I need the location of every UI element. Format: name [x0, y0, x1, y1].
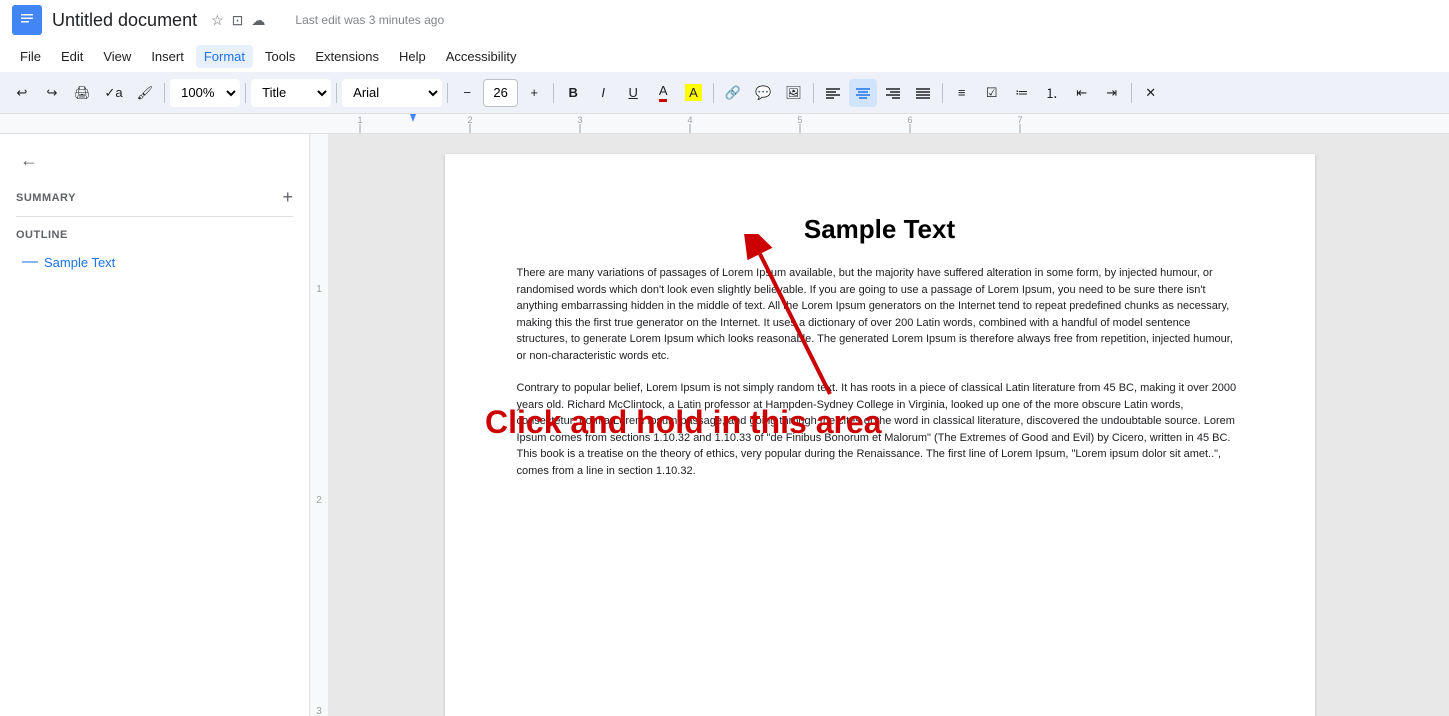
font-color-button[interactable]: A: [649, 79, 677, 107]
ruler-sidebar-space: [0, 114, 310, 133]
font-size-input[interactable]: [483, 79, 518, 107]
title-icons: ☆ ⊡ ☁: [211, 12, 265, 29]
sidebar-divider: [16, 216, 293, 217]
separator-6: [713, 83, 714, 103]
document-page: Sample Text There are many variations of…: [445, 154, 1315, 716]
svg-text:6: 6: [907, 115, 912, 125]
page-num-2: 2: [316, 495, 322, 506]
separator-2: [245, 83, 246, 103]
page-num-bar: 1 2 3 4: [310, 134, 328, 716]
image-button[interactable]: 🖼: [779, 79, 808, 107]
back-arrow-icon: ←: [20, 150, 38, 171]
separator-9: [1131, 83, 1132, 103]
separator-8: [942, 83, 943, 103]
ruler-content[interactable]: 1 2 3 4 5 6 7 Left Margin: [310, 114, 1449, 133]
svg-text:1: 1: [357, 115, 362, 125]
menu-accessibility[interactable]: Accessibility: [438, 45, 525, 68]
last-edit-status: Last edit was 3 minutes ago: [295, 13, 444, 27]
print-button[interactable]: 🖨: [68, 79, 97, 107]
increase-font-size[interactable]: +: [520, 79, 548, 107]
redo-button[interactable]: ↪: [38, 79, 66, 107]
svg-text:3: 3: [577, 115, 582, 125]
decrease-indent-button[interactable]: ⇤: [1068, 79, 1096, 107]
add-summary-button[interactable]: +: [282, 187, 293, 208]
document-heading: Sample Text: [517, 214, 1243, 245]
numbered-list-button[interactable]: ⒈: [1038, 79, 1066, 107]
star-icon[interactable]: ☆: [211, 12, 224, 29]
menu-view[interactable]: View: [95, 45, 139, 68]
separator-4: [447, 83, 448, 103]
align-center-button[interactable]: [849, 79, 877, 107]
link-button[interactable]: 🔗: [719, 79, 747, 107]
decrease-font-size[interactable]: −: [453, 79, 481, 107]
svg-text:4: 4: [687, 115, 692, 125]
spellcheck-button[interactable]: ✓a: [99, 79, 129, 107]
summary-section: SUMMARY +: [16, 187, 293, 208]
outline-item[interactable]: — Sample Text: [16, 249, 293, 275]
sidebar-back-button[interactable]: ←: [16, 146, 293, 175]
outline-item-text: Sample Text: [44, 255, 115, 270]
svg-text:2: 2: [467, 115, 472, 125]
summary-label: SUMMARY: [16, 192, 76, 204]
align-left-button[interactable]: [819, 79, 847, 107]
highlight-button[interactable]: A: [679, 79, 708, 107]
bold-button[interactable]: B: [559, 79, 587, 107]
document-paragraph-2: Contrary to popular belief, Lorem Ipsum …: [517, 380, 1243, 479]
document-paragraph-1: There are many variations of passages of…: [517, 265, 1243, 364]
document-area[interactable]: 1 2 3 4 Sample Text There are many varia…: [310, 134, 1449, 716]
paragraph-style-select[interactable]: Title Normal text Heading 1 Heading 2 He…: [251, 79, 331, 107]
separator-5: [553, 83, 554, 103]
page-num-3: 3: [316, 706, 322, 716]
cloud-icon[interactable]: ☁: [251, 12, 265, 29]
app-icon: [12, 5, 42, 35]
svg-text:7: 7: [1017, 115, 1022, 125]
menu-help[interactable]: Help: [391, 45, 434, 68]
menu-insert[interactable]: Insert: [143, 45, 192, 68]
outline-label: OUTLINE: [16, 229, 293, 241]
menu-file[interactable]: File: [12, 45, 49, 68]
separator-7: [813, 83, 814, 103]
increase-indent-button[interactable]: ⇥: [1098, 79, 1126, 107]
separator-3: [336, 83, 337, 103]
comment-button[interactable]: 💬: [749, 79, 777, 107]
move-icon[interactable]: ⊡: [232, 12, 244, 29]
font-size-area: − +: [453, 79, 548, 107]
separator-1: [164, 83, 165, 103]
menu-tools[interactable]: Tools: [257, 45, 303, 68]
menu-extensions[interactable]: Extensions: [307, 45, 387, 68]
svg-text:5: 5: [797, 115, 802, 125]
align-justify-button[interactable]: [909, 79, 937, 107]
outline-dash-icon: —: [22, 253, 38, 271]
menu-bar: File Edit View Insert Format Tools Exten…: [0, 40, 1449, 72]
font-select[interactable]: Arial Times New Roman Courier New: [342, 79, 442, 107]
menu-edit[interactable]: Edit: [53, 45, 91, 68]
bullets-button[interactable]: ≔: [1008, 79, 1036, 107]
italic-button[interactable]: I: [589, 79, 617, 107]
document-title[interactable]: Untitled document: [52, 10, 197, 31]
zoom-select[interactable]: 100% 75% 125% 150%: [170, 79, 240, 107]
main-layout: ← SUMMARY + OUTLINE — Sample Text 1 2 3 …: [0, 134, 1449, 716]
menu-format[interactable]: Format: [196, 45, 253, 68]
ruler: 1 2 3 4 5 6 7 Left Margin: [0, 114, 1449, 134]
undo-button[interactable]: ↩: [8, 79, 36, 107]
sidebar: ← SUMMARY + OUTLINE — Sample Text: [0, 134, 310, 716]
page-num-1: 1: [316, 284, 322, 295]
title-bar: Untitled document ☆ ⊡ ☁ Last edit was 3 …: [0, 0, 1449, 40]
align-right-button[interactable]: [879, 79, 907, 107]
underline-button[interactable]: U: [619, 79, 647, 107]
paintformat-button[interactable]: 🖌: [131, 79, 160, 107]
clear-formatting-button[interactable]: ✕: [1137, 79, 1165, 107]
line-spacing-button[interactable]: ≡: [948, 79, 976, 107]
toolbar: ↩ ↪ 🖨 ✓a 🖌 100% 75% 125% 150% Title Norm…: [0, 72, 1449, 114]
checklist-button[interactable]: ☑: [978, 79, 1006, 107]
